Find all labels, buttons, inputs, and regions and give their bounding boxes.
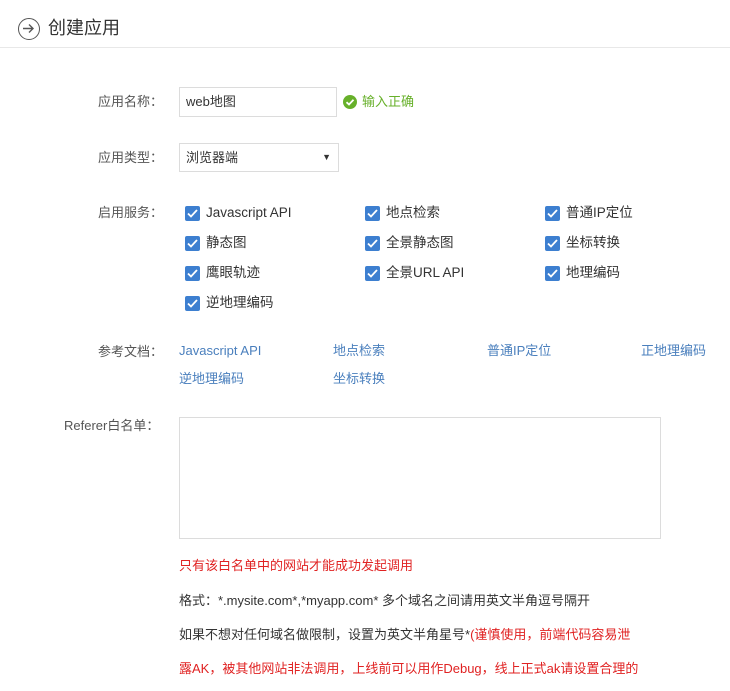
services-label: 启用服务： bbox=[98, 205, 164, 220]
doc-link-javascript-api[interactable]: Javascript API bbox=[179, 342, 261, 360]
service-javascript-api[interactable]: Javascript API bbox=[185, 204, 292, 222]
service-panorama-static[interactable]: 全景静态图 bbox=[365, 234, 454, 252]
service-label: 坐标转换 bbox=[566, 235, 620, 250]
service-label: 全景静态图 bbox=[386, 235, 454, 250]
check-circle-icon bbox=[343, 95, 357, 109]
doc-link-place-search[interactable]: 地点检索 bbox=[333, 342, 385, 360]
whitelist-warning: 只有该白名单中的网站才能成功发起调用 bbox=[179, 558, 414, 573]
format-hint: 格式：*.mysite.com*,*myapp.com* 多个域名之间请用英文半… bbox=[179, 593, 590, 608]
service-label: 静态图 bbox=[206, 235, 247, 250]
nolimit-warning: (谨慎使用，前端代码容易泄 bbox=[470, 627, 631, 642]
service-label: 地理编码 bbox=[566, 265, 620, 280]
referer-label: Referer白名单： bbox=[64, 418, 160, 433]
service-label: 鹰眼轨迹 bbox=[206, 265, 260, 280]
checkbox-checked-icon[interactable] bbox=[365, 265, 380, 281]
checkbox-checked-icon[interactable] bbox=[185, 295, 200, 311]
nolimit-warning-continued: 露AK，被其他网站非法调用，上线前可以用作Debug，线上正式ak请设置合理的 bbox=[179, 661, 639, 676]
doc-link-coord-convert[interactable]: 坐标转换 bbox=[333, 370, 385, 388]
checkbox-checked-icon[interactable] bbox=[545, 265, 560, 281]
service-label: 地点检索 bbox=[386, 205, 440, 220]
validation-message: 输入正确 bbox=[343, 93, 414, 111]
validation-text: 输入正确 bbox=[362, 94, 415, 109]
circle-arrow-right-icon[interactable] bbox=[18, 18, 40, 40]
service-geocoding[interactable]: 地理编码 bbox=[545, 264, 620, 282]
doc-link-ip-location[interactable]: 普通IP定位 bbox=[487, 342, 551, 360]
service-static-map[interactable]: 静态图 bbox=[185, 234, 247, 252]
checkbox-checked-icon[interactable] bbox=[545, 235, 560, 251]
doc-link-geocoding[interactable]: 正地理编码 bbox=[641, 342, 706, 360]
app-name-label: 应用名称： bbox=[98, 94, 164, 109]
app-name-input[interactable]: web地图 bbox=[179, 87, 337, 117]
app-type-value: 浏览器端 bbox=[186, 150, 239, 165]
nolimit-prefix: 如果不想对任何域名做限制，设置为英文半角星号* bbox=[179, 627, 471, 642]
page-title: 创建应用 bbox=[48, 18, 120, 38]
service-label: 全景URL API bbox=[386, 265, 465, 280]
checkbox-checked-icon[interactable] bbox=[185, 265, 200, 281]
app-type-select[interactable]: 浏览器端 ▼ bbox=[179, 143, 339, 172]
service-coord-convert[interactable]: 坐标转换 bbox=[545, 234, 620, 252]
checkbox-checked-icon[interactable] bbox=[185, 235, 200, 251]
service-panorama-url-api[interactable]: 全景URL API bbox=[365, 264, 464, 282]
checkbox-checked-icon[interactable] bbox=[365, 235, 380, 251]
docs-label: 参考文档： bbox=[98, 344, 164, 359]
dropdown-arrow-icon: ▼ bbox=[322, 152, 331, 162]
service-eagle-eye-track[interactable]: 鹰眼轨迹 bbox=[185, 264, 260, 282]
checkbox-checked-icon[interactable] bbox=[185, 205, 200, 221]
service-label: 普通IP定位 bbox=[566, 205, 633, 220]
page-header: 创建应用 bbox=[0, 0, 730, 48]
service-reverse-geocoding[interactable]: 逆地理编码 bbox=[185, 294, 274, 312]
service-label: Javascript API bbox=[206, 205, 292, 220]
nolimit-hint: 如果不想对任何域名做限制，设置为英文半角星号*(谨慎使用，前端代码容易泄 bbox=[179, 626, 630, 644]
doc-link-reverse-geocoding[interactable]: 逆地理编码 bbox=[179, 370, 244, 388]
app-type-label: 应用类型： bbox=[98, 150, 164, 165]
service-ip-location[interactable]: 普通IP定位 bbox=[545, 204, 633, 222]
service-label: 逆地理编码 bbox=[206, 295, 274, 310]
referer-textarea[interactable] bbox=[179, 417, 661, 539]
checkbox-checked-icon[interactable] bbox=[365, 205, 380, 221]
service-place-search[interactable]: 地点检索 bbox=[365, 204, 440, 222]
checkbox-checked-icon[interactable] bbox=[545, 205, 560, 221]
